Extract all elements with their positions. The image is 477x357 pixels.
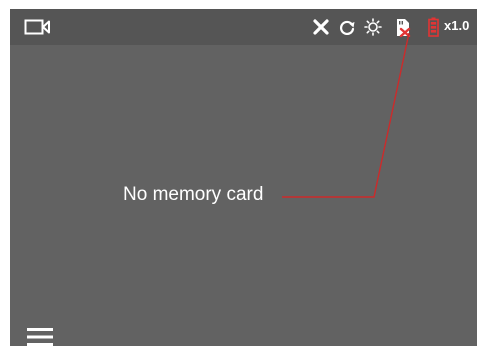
brightness-icon bbox=[364, 18, 382, 36]
video-camera-icon[interactable] bbox=[24, 18, 50, 36]
memory-card-missing-icon bbox=[395, 18, 411, 37]
hamburger-menu-icon bbox=[27, 328, 53, 346]
rotate-icon bbox=[339, 19, 355, 35]
zoom-level: x1.0 bbox=[444, 18, 470, 33]
no-memory-card-message: No memory card bbox=[123, 184, 264, 205]
status-bar: x1.0 bbox=[10, 9, 477, 45]
camera-screen: x1.0 No memory card bbox=[10, 9, 477, 346]
battery-icon bbox=[428, 17, 439, 37]
wifi-off-icon bbox=[313, 19, 329, 35]
callout-line bbox=[282, 32, 410, 198]
menu-button[interactable] bbox=[27, 326, 53, 346]
